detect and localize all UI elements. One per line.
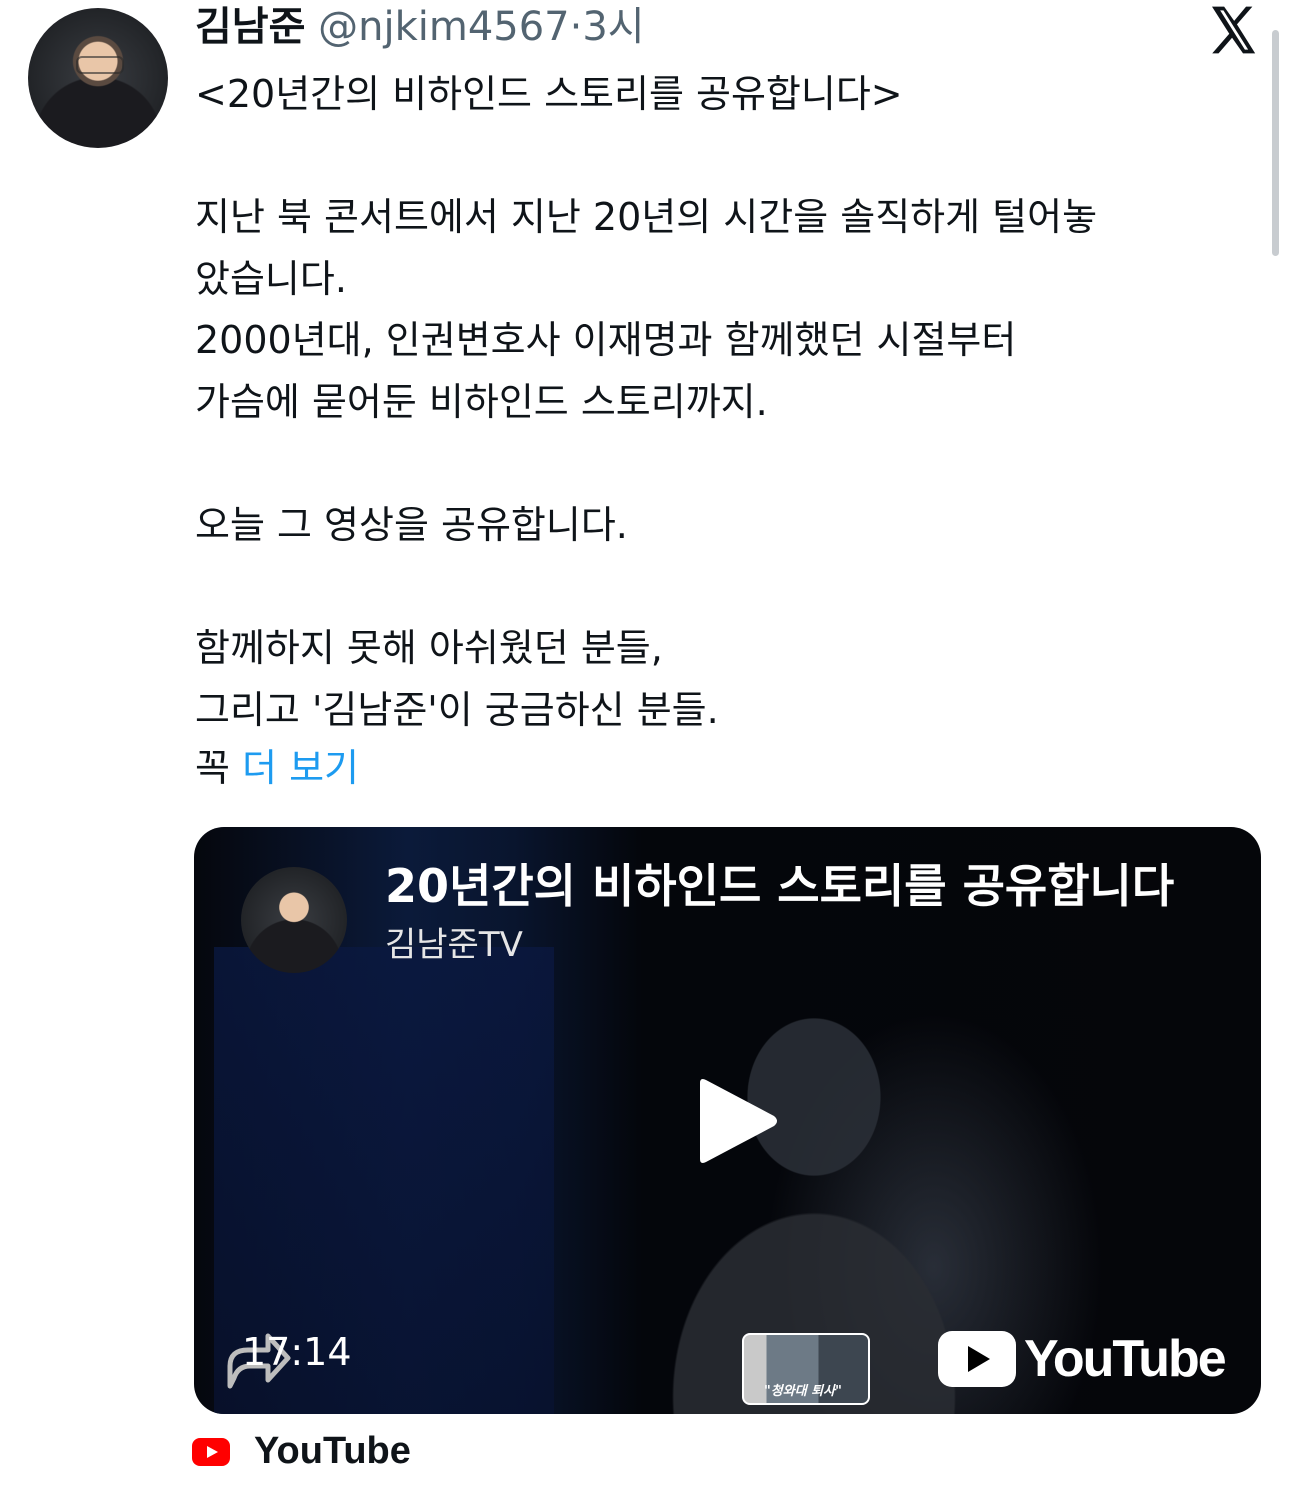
show-more-link[interactable]: 더 보기 — [242, 746, 359, 790]
video-title[interactable]: 20년간의 비하인드 스토리를 공유합니다 — [385, 855, 1230, 917]
author-name[interactable]: 김남준 — [195, 4, 305, 50]
source-label: YouTube — [254, 1430, 411, 1472]
more-prefix: 꼭 — [195, 746, 243, 790]
video-duration: 17:14 — [242, 1330, 352, 1374]
preview-thumbnail[interactable]: "청와대 퇴사" — [742, 1333, 870, 1405]
tweet-text: <20년간의 비하인드 스토리를 공유합니다> 지난 북 콘서트에서 지난 20… — [195, 72, 1098, 732]
author-avatar[interactable] — [28, 8, 168, 148]
show-more-line: 꼭 더 보기 — [195, 740, 359, 796]
preview-thumbnail-caption: "청와대 퇴사" — [764, 1384, 842, 1399]
youtube-icon — [192, 1437, 230, 1466]
header-separator: · — [569, 4, 583, 50]
scrollbar[interactable] — [1272, 30, 1279, 256]
tweet-time[interactable]: 3시 — [582, 4, 644, 50]
youtube-wordmark: YouTube — [1024, 1330, 1227, 1388]
youtube-video-card[interactable]: 20년간의 비하인드 스토리를 공유합니다 김남준TV 17:14 "청와대 퇴… — [194, 827, 1261, 1414]
tweet-header: 김남준 @njkim4567·3시 — [195, 4, 645, 50]
play-icon[interactable] — [690, 1075, 780, 1167]
x-logo-icon[interactable] — [1205, 2, 1261, 58]
author-handle[interactable]: @njkim4567 — [318, 4, 570, 50]
channel-avatar[interactable] — [241, 867, 347, 973]
youtube-play-icon — [938, 1331, 1016, 1387]
avatar-glasses — [76, 56, 124, 74]
link-source[interactable]: YouTube — [192, 1430, 411, 1473]
youtube-logo[interactable]: YouTube — [938, 1329, 1227, 1389]
video-channel-name[interactable]: 김남준TV — [385, 923, 523, 967]
